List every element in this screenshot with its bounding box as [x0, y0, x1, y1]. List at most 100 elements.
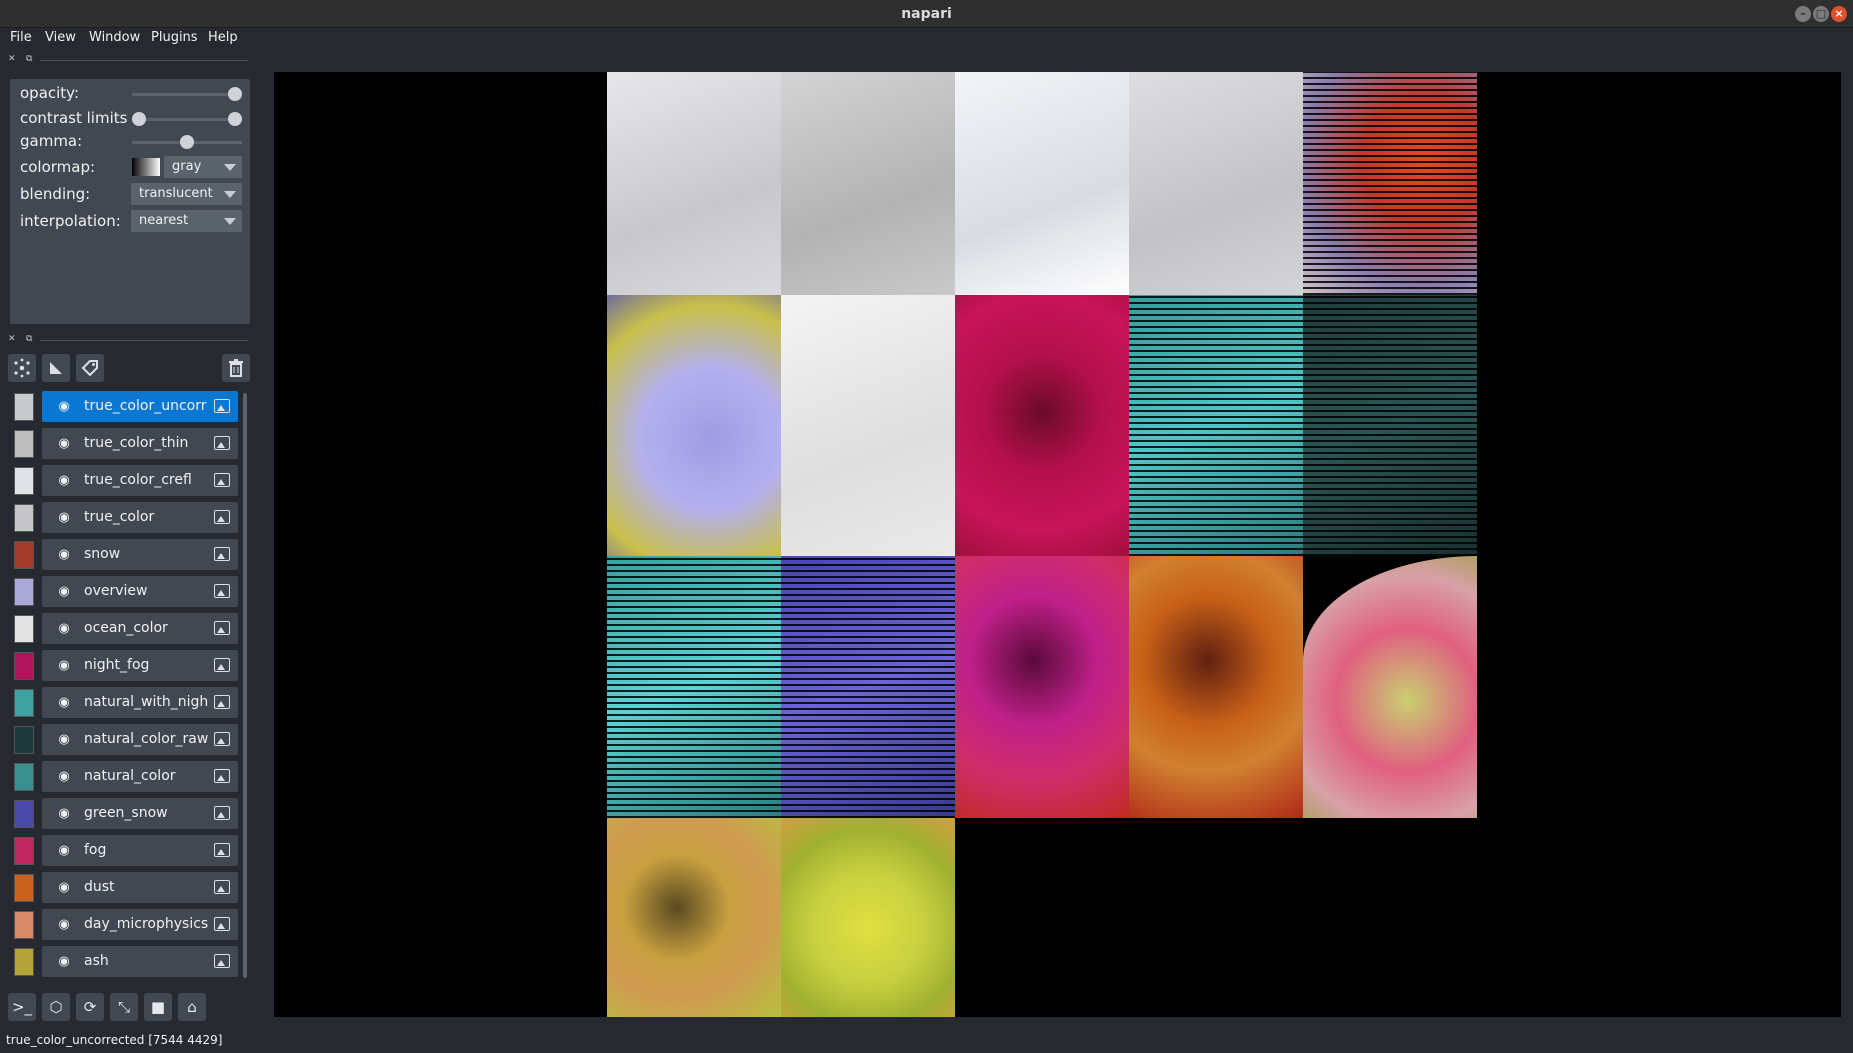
- blending-select[interactable]: translucent: [131, 183, 242, 205]
- blending-label: blending:: [20, 185, 91, 203]
- console-button[interactable]: >_: [8, 993, 36, 1021]
- eye-icon[interactable]: ◉: [56, 769, 72, 785]
- eye-icon[interactable]: ◉: [56, 880, 72, 896]
- opacity-slider-handle[interactable]: [228, 87, 242, 101]
- dock-close-icon[interactable]: ✕: [8, 334, 16, 344]
- layer-row[interactable]: ◉ ocean_color: [10, 612, 240, 645]
- home-button[interactable]: ⌂: [178, 993, 206, 1021]
- layer-item[interactable]: ◉ fog: [42, 835, 238, 866]
- layer-row[interactable]: ◉ overview: [10, 575, 240, 608]
- eye-icon[interactable]: ◉: [56, 732, 72, 748]
- layer-row[interactable]: ◉ natural_with_nigh: [10, 686, 240, 719]
- layer-item[interactable]: ◉ true_color_thin: [42, 428, 238, 459]
- eye-icon[interactable]: ◉: [56, 954, 72, 970]
- contrast-limits-slider[interactable]: [132, 118, 242, 121]
- menu-plugins[interactable]: Plugins: [151, 30, 198, 45]
- eye-icon[interactable]: ◉: [56, 399, 72, 415]
- layer-list[interactable]: ◉ true_color_uncorr ◉ true_color_thin ◉ true_…: [10, 390, 250, 980]
- layer-thumbnail: [14, 874, 34, 902]
- status-bar-text: true_color_uncorrected [7544 4429]: [6, 1033, 223, 1047]
- opacity-slider[interactable]: [132, 93, 242, 96]
- dock-float-icon[interactable]: ⧉: [26, 54, 32, 64]
- home-icon: ⌂: [187, 998, 197, 1016]
- image-layer-icon: [214, 843, 230, 857]
- roll-dims-button[interactable]: ⟳: [76, 993, 104, 1021]
- layer-item[interactable]: ◉ natural_color: [42, 761, 238, 792]
- interpolation-label: interpolation:: [20, 212, 121, 230]
- layer-name: green_snow: [84, 805, 168, 821]
- gamma-slider-handle[interactable]: [180, 135, 194, 149]
- ndisplay-button[interactable]: ⬡: [42, 993, 70, 1021]
- layer-row[interactable]: ◉ dust: [10, 871, 240, 904]
- layer-item[interactable]: ◉ natural_color_raw: [42, 724, 238, 755]
- layer-name: true_color_uncorr: [84, 398, 207, 414]
- layer-item[interactable]: ◉ dust: [42, 872, 238, 903]
- menu-window[interactable]: Window: [89, 30, 140, 45]
- eye-icon[interactable]: ◉: [56, 584, 72, 600]
- image-layer-icon: [214, 806, 230, 820]
- transpose-button[interactable]: ⤡: [110, 993, 138, 1021]
- layer-item[interactable]: ◉ overview: [42, 576, 238, 607]
- viewer-canvas[interactable]: [274, 72, 1841, 1017]
- maximize-icon[interactable]: □: [1813, 6, 1829, 22]
- menu-file[interactable]: File: [10, 30, 32, 45]
- minimize-icon[interactable]: –: [1795, 6, 1811, 22]
- image-layer-icon: [214, 695, 230, 709]
- eye-icon[interactable]: ◉: [56, 917, 72, 933]
- layer-item[interactable]: ◉ ocean_color: [42, 613, 238, 644]
- layer-item[interactable]: ◉ night_fog: [42, 650, 238, 681]
- layer-row[interactable]: ◉ true_color_crefl: [10, 464, 240, 497]
- eye-icon[interactable]: ◉: [56, 658, 72, 674]
- layer-item[interactable]: ◉ natural_with_nigh: [42, 687, 238, 718]
- layer-item[interactable]: ◉ day_microphysics: [42, 909, 238, 940]
- layer-row[interactable]: ◉ natural_color_raw: [10, 723, 240, 756]
- image-layer-icon: [214, 473, 230, 487]
- colormap-select[interactable]: gray: [164, 156, 242, 178]
- eye-icon[interactable]: ◉: [56, 436, 72, 452]
- menu-help[interactable]: Help: [208, 30, 238, 45]
- square-icon: ■: [150, 998, 166, 1016]
- interpolation-select[interactable]: nearest: [131, 210, 242, 232]
- layer-list-scrollbar[interactable]: [243, 393, 247, 978]
- layer-row[interactable]: ◉ green_snow: [10, 797, 240, 830]
- layer-row[interactable]: ◉ true_color: [10, 501, 240, 534]
- layer-row[interactable]: ◉ true_color_thin: [10, 427, 240, 460]
- layer-item[interactable]: ◉ true_color: [42, 502, 238, 533]
- menu-view[interactable]: View: [45, 30, 76, 45]
- delete-layer-button[interactable]: [222, 354, 250, 382]
- layer-row[interactable]: ◉ ash: [10, 945, 240, 978]
- new-shapes-layer-button[interactable]: [42, 354, 70, 382]
- dock-float-icon[interactable]: ⧉: [26, 334, 32, 344]
- image-tile-natural-color: [607, 556, 781, 818]
- dock-close-icon[interactable]: ✕: [8, 54, 16, 64]
- eye-icon[interactable]: ◉: [56, 510, 72, 526]
- layer-item[interactable]: ◉ green_snow: [42, 798, 238, 829]
- layer-row[interactable]: ◉ true_color_uncorr: [10, 390, 240, 423]
- layer-row[interactable]: ◉ day_microphysics: [10, 908, 240, 941]
- grid-button[interactable]: ■: [144, 993, 172, 1021]
- layer-row[interactable]: ◉ fog: [10, 834, 240, 867]
- eye-icon[interactable]: ◉: [56, 547, 72, 563]
- layer-item[interactable]: ◉ true_color_uncorr: [42, 391, 238, 422]
- eye-icon[interactable]: ◉: [56, 806, 72, 822]
- new-labels-layer-button[interactable]: [76, 354, 104, 382]
- layer-item[interactable]: ◉ snow: [42, 539, 238, 570]
- contrast-low-handle[interactable]: [132, 112, 146, 126]
- layer-row[interactable]: ◉ snow: [10, 538, 240, 571]
- new-points-layer-button[interactable]: [8, 354, 36, 382]
- layer-row[interactable]: ◉ night_fog: [10, 649, 240, 682]
- layer-row[interactable]: ◉ natural_color: [10, 760, 240, 793]
- layer-name: ash: [84, 953, 109, 969]
- image-tile-true-color: [1129, 72, 1303, 295]
- eye-icon[interactable]: ◉: [56, 621, 72, 637]
- eye-icon[interactable]: ◉: [56, 843, 72, 859]
- layer-thumbnail: [14, 504, 34, 532]
- image-tile-day-microphysics: [1303, 556, 1477, 818]
- close-icon[interactable]: ×: [1831, 6, 1847, 22]
- eye-icon[interactable]: ◉: [56, 473, 72, 489]
- layer-item[interactable]: ◉ true_color_crefl: [42, 465, 238, 496]
- contrast-high-handle[interactable]: [228, 112, 242, 126]
- layer-item[interactable]: ◉ ash: [42, 946, 238, 977]
- eye-icon[interactable]: ◉: [56, 695, 72, 711]
- image-tile-dust: [1129, 556, 1303, 818]
